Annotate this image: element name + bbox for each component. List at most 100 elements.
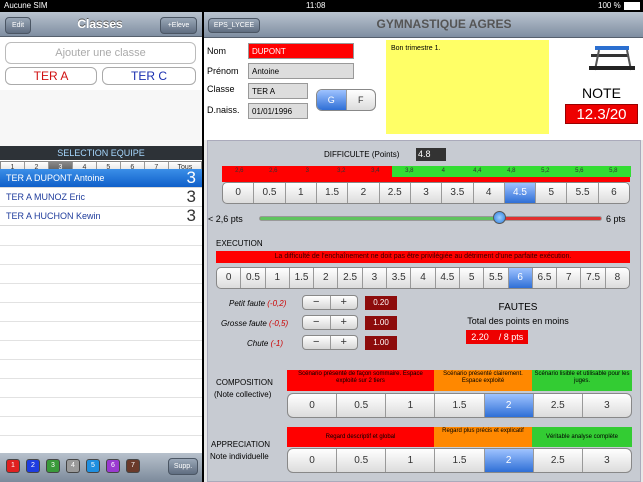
grosse-faute-stepper[interactable]: − + <box>302 315 358 330</box>
appreciation-label: APPRECIATION <box>211 440 270 449</box>
difficulte-option[interactable]: 1 <box>286 183 317 203</box>
birthdate-field[interactable]: 01/01/1996 <box>248 103 308 119</box>
appreciation-option[interactable]: 0 <box>288 449 338 472</box>
appreciation-option[interactable]: 0.5 <box>337 449 387 472</box>
activity-title: GYMNASTIQUE AGRES <box>376 17 512 31</box>
classe-field[interactable]: TER A <box>248 83 308 99</box>
difficulte-option[interactable]: 4 <box>474 183 505 203</box>
execution-option[interactable]: 6.5 <box>533 268 558 288</box>
classes-navbar: Edit Classes +Eleve <box>0 12 202 37</box>
execution-option[interactable]: 8 <box>606 268 629 288</box>
difficulte-option[interactable]: 3 <box>411 183 443 203</box>
difficulte-option[interactable]: 0.5 <box>254 183 286 203</box>
execution-option[interactable]: 7.5 <box>581 268 606 288</box>
nom-field[interactable]: DUPONT <box>248 43 354 59</box>
appreciation-hint: Véritable analyse complète <box>532 427 632 447</box>
team-color-button[interactable]: 5 <box>86 459 100 473</box>
student-row[interactable]: TER A DUPONT Antoine 3 <box>0 168 202 188</box>
student-team: 3 <box>186 168 196 187</box>
petite-faute-stepper[interactable]: − + <box>302 295 358 310</box>
parallel-bars-icon <box>587 42 637 72</box>
appreciation-option[interactable]: 3 <box>583 449 631 472</box>
difficulte-value: 4.8 <box>416 148 446 161</box>
execution-option[interactable]: 2.5 <box>338 268 363 288</box>
difficulte-option[interactable]: 3.5 <box>442 183 474 203</box>
difficulte-option[interactable]: 1.5 <box>317 183 349 203</box>
difficulty-tick-label: 5,8 <box>596 166 631 177</box>
execution-option[interactable]: 1 <box>266 268 290 288</box>
composition-option[interactable]: 2 <box>484 394 534 417</box>
row-divider <box>0 283 202 284</box>
difficulty-tick-label: 5,6 <box>562 166 597 177</box>
appreciation-option[interactable]: 2.5 <box>534 449 583 472</box>
row-divider <box>0 397 202 398</box>
comment-box[interactable]: Bon trimestre 1. <box>386 40 549 134</box>
execution-option[interactable]: 3.5 <box>387 268 412 288</box>
team-color-button[interactable]: 7 <box>126 459 140 473</box>
add-class-input[interactable]: Ajouter une classe <box>5 42 196 64</box>
appreciation-sublabel: Note individuelle <box>210 452 269 461</box>
composition-options: 0 0.5 1 1.5 2 2.5 3 <box>287 393 632 418</box>
class-button-ter-a[interactable]: TER A <box>5 67 97 85</box>
gender-g[interactable]: G <box>317 90 347 110</box>
difficulte-option[interactable]: 0 <box>223 183 255 203</box>
add-student-button[interactable]: +Eleve <box>160 17 197 34</box>
execution-option[interactable]: 5 <box>460 268 485 288</box>
team-selection-header: SELECTION EQUIPE <box>0 146 202 160</box>
execution-options: 0 0.5 1 1.5 2 2.5 3 3.5 4 4.5 5 5.5 6 6.5 7 7.5 8 <box>216 267 630 289</box>
execution-option[interactable]: 6 <box>508 268 533 288</box>
difficulty-slider-thumb[interactable] <box>493 211 507 224</box>
team-color-button[interactable]: 6 <box>106 459 120 473</box>
appreciation-hint: Regard descriptif et global <box>287 427 434 447</box>
execution-option[interactable]: 7 <box>557 268 582 288</box>
team-color-button[interactable]: 3 <box>46 459 60 473</box>
student-team: 3 <box>186 206 196 225</box>
composition-option[interactable]: 0.5 <box>337 394 387 417</box>
execution-option[interactable]: 0.5 <box>241 268 266 288</box>
appreciation-option[interactable]: 1 <box>386 449 436 472</box>
difficulte-option[interactable]: 5 <box>536 183 568 203</box>
appreciation-hint: Regard plus précis et explicatif <box>434 427 532 447</box>
execution-option[interactable]: 4.5 <box>436 268 460 288</box>
team-color-button[interactable]: 2 <box>26 459 40 473</box>
team-color-button[interactable]: 4 <box>66 459 80 473</box>
note-value: 12.3/20 <box>565 104 638 124</box>
gender-f[interactable]: F <box>347 90 376 110</box>
appreciation-option[interactable]: 2 <box>484 449 534 472</box>
execution-option[interactable]: 1.5 <box>290 268 315 288</box>
prenom-field[interactable]: Antoine <box>248 63 354 79</box>
minus-icon: − <box>303 316 331 329</box>
composition-option[interactable]: 1.5 <box>435 394 485 417</box>
difficulte-option[interactable]: 2.5 <box>380 183 411 203</box>
difficulte-options: 0 0.5 1 1.5 2 2.5 3 3.5 4 4.5 5 5.5 6 <box>222 182 630 204</box>
carrier-text: Aucune SIM <box>4 1 48 10</box>
delete-button[interactable]: Supp. <box>168 458 198 475</box>
eps-lycee-back-button[interactable]: EPS_LYCEE <box>208 18 260 33</box>
execution-option[interactable]: 0 <box>217 268 242 288</box>
classe-label: Classe <box>207 84 235 94</box>
composition-option[interactable]: 1 <box>386 394 436 417</box>
class-button-ter-c[interactable]: TER C <box>102 67 196 85</box>
difficulte-option[interactable]: 5.5 <box>567 183 599 203</box>
student-name: TER A DUPONT Antoine <box>6 173 105 183</box>
execution-option[interactable]: 4 <box>411 268 436 288</box>
execution-option[interactable]: 2 <box>314 268 339 288</box>
edit-button[interactable]: Edit <box>5 17 31 34</box>
execution-option[interactable]: 3 <box>363 268 388 288</box>
team-color-button[interactable]: 1 <box>6 459 20 473</box>
difficulty-slider-track[interactable] <box>259 216 602 221</box>
student-row[interactable]: TER A HUCHON Kewin 3 <box>0 206 202 226</box>
classes-pane: Edit Classes +Eleve Ajouter une classe T… <box>0 12 202 482</box>
difficulte-option[interactable]: 4.5 <box>504 183 537 203</box>
difficulte-option[interactable]: 6 <box>599 183 629 203</box>
student-row[interactable]: TER A MUNOZ Eric 3 <box>0 187 202 207</box>
appreciation-option[interactable]: 1.5 <box>435 449 485 472</box>
composition-option[interactable]: 0 <box>288 394 338 417</box>
composition-option[interactable]: 2.5 <box>534 394 583 417</box>
execution-option[interactable]: 5.5 <box>484 268 509 288</box>
execution-label: EXECUTION <box>216 239 263 248</box>
composition-option[interactable]: 3 <box>583 394 631 417</box>
difficulte-option[interactable]: 2 <box>348 183 380 203</box>
note-label: NOTE <box>582 85 621 101</box>
chute-stepper[interactable]: − + <box>302 335 358 350</box>
